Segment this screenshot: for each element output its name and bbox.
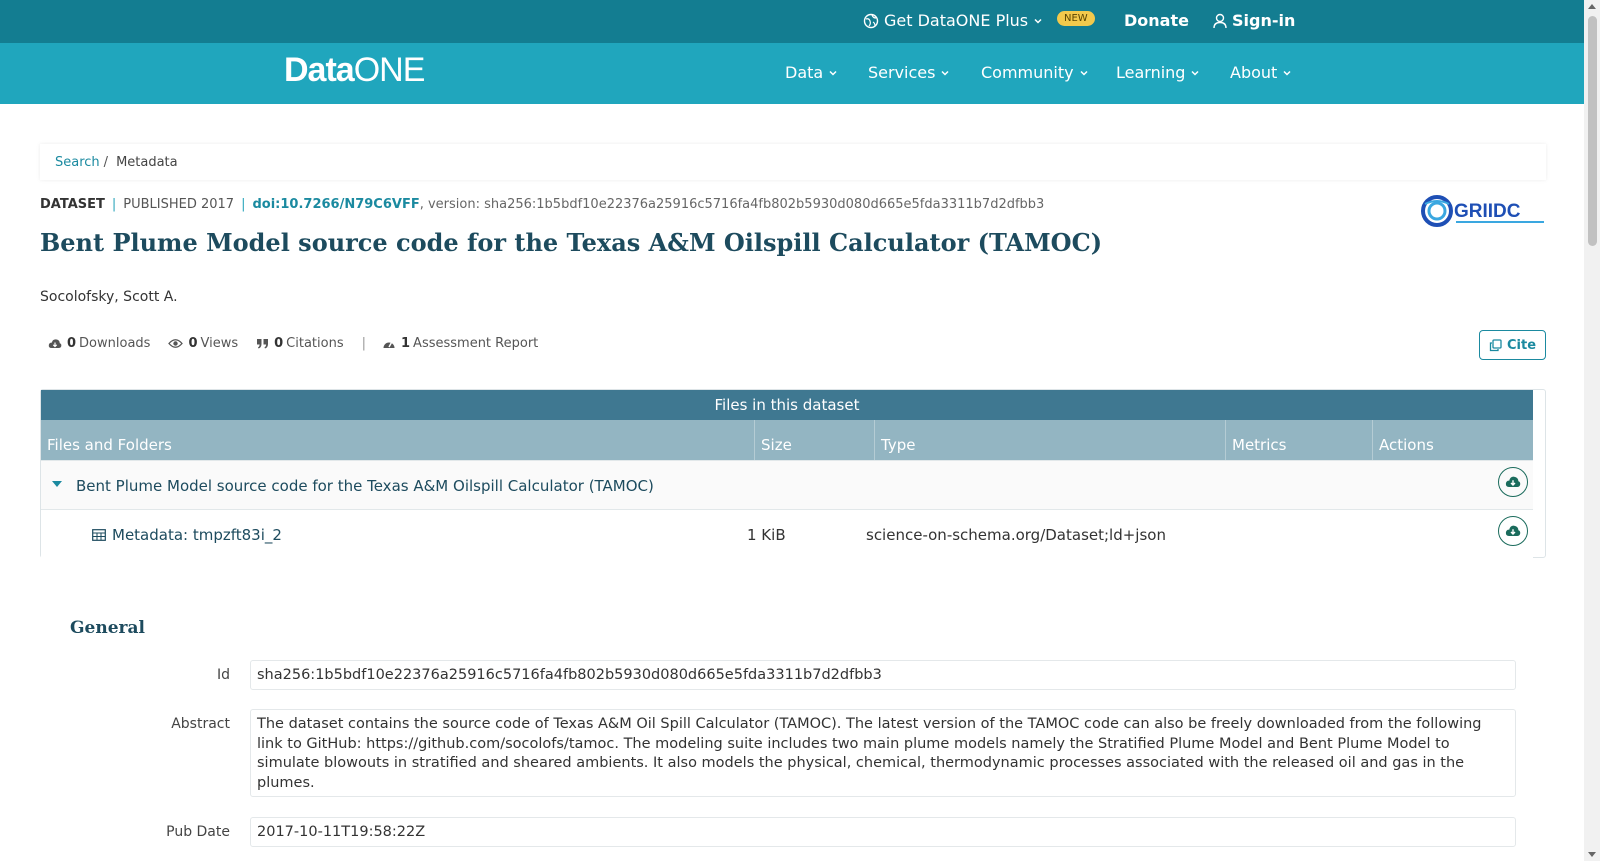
nav-item-learning[interactable]: Learning <box>1116 63 1200 82</box>
abstract-label: Abstract <box>171 716 230 732</box>
file-name-cell[interactable]: Metadata: tmpzft83i_2 <box>92 526 282 544</box>
meta-divider: | <box>111 197 117 212</box>
files-table-header: Files and Folders Size Type Metrics Acti… <box>41 420 1533 460</box>
nav-item-services[interactable]: Services <box>868 63 950 82</box>
griidc-logo-text: GRIIDC <box>1454 201 1521 222</box>
griidc-repository-logo[interactable]: GRIIDC <box>1420 194 1547 228</box>
citations-count: 0 <box>274 336 284 351</box>
main-content: Search / Metadata DATASET | PUBLISHED 20… <box>0 104 1584 861</box>
new-badge: NEW <box>1057 11 1095 26</box>
file-size: 1 KiB <box>747 526 786 544</box>
eye-icon <box>168 339 184 348</box>
column-header-type: Type <box>875 420 1226 460</box>
metrics-bar: 0 Downloads 0 Views 0 Citations | 1 Asse… <box>48 336 556 351</box>
views-label: Views <box>200 336 239 351</box>
cite-button[interactable]: Cite <box>1479 330 1546 360</box>
scroll-down-arrow-icon[interactable] <box>1588 852 1596 857</box>
nav-item-label: Data <box>785 63 824 82</box>
dataset-title: Bent Plume Model source code for the Tex… <box>40 228 1103 257</box>
citations-metric[interactable]: 0 Citations <box>256 336 344 351</box>
cite-label: Cite <box>1506 337 1537 353</box>
assessment-report-metric[interactable]: 1 Assessment Report <box>382 336 538 351</box>
main-navbar: DataONE Data Services Community Learning… <box>0 43 1584 104</box>
downloads-metric[interactable]: 0 Downloads <box>48 336 150 351</box>
file-name: Metadata: tmpzft83i_2 <box>112 526 282 544</box>
get-dataone-plus-label: Get DataONE Plus <box>884 11 1029 30</box>
column-header-metrics: Metrics <box>1226 420 1373 460</box>
sign-in-link[interactable]: Sign-in <box>1213 11 1295 30</box>
nav-item-label: About <box>1230 63 1278 82</box>
meta-divider: | <box>241 197 246 212</box>
download-file-button[interactable] <box>1498 516 1528 546</box>
gauge-icon <box>383 341 395 348</box>
chevron-down-icon <box>941 70 949 76</box>
breadcrumb-search-link[interactable]: Search <box>55 155 100 170</box>
column-header-size: Size <box>755 420 875 460</box>
id-value: sha256:1b5bdf10e22376a25916c5716fa4fb802… <box>250 660 1516 690</box>
nav-item-label: Services <box>868 63 936 82</box>
breadcrumb-current: Metadata <box>116 154 178 170</box>
user-icon <box>1213 13 1227 28</box>
downloads-label: Downloads <box>79 336 151 351</box>
logo-data-text: Data <box>284 51 355 89</box>
pub-date-label: Pub Date <box>166 824 230 840</box>
chevron-down-icon <box>829 70 837 76</box>
general-section-heading: General <box>70 618 145 638</box>
logo-one-text: ONE <box>353 51 426 89</box>
caret-down-icon[interactable] <box>52 481 62 487</box>
pub-date-value: 2017-10-11T19:58:22Z <box>250 817 1516 847</box>
assessment-label: Assessment Report <box>413 336 539 351</box>
id-label: Id <box>216 667 230 683</box>
file-type: science-on-schema.org/Dataset;ld+json <box>866 526 1166 544</box>
table-row: Metadata: tmpzft83i_2 1 KiB science-on-s… <box>41 509 1533 558</box>
table-row-package: Bent Plume Model source code for the Tex… <box>41 460 1533 509</box>
version-text: , version: sha256:1b5bdf10e22376a25916c5… <box>419 197 1045 212</box>
doi-link[interactable]: doi:10.7266/N79C6VFF <box>252 197 419 212</box>
abstract-value: The dataset contains the source code of … <box>250 709 1516 797</box>
dataset-author[interactable]: Socolofsky, Scott A. <box>40 289 178 305</box>
breadcrumb: Search / Metadata <box>40 144 1546 180</box>
package-title[interactable]: Bent Plume Model source code for the Tex… <box>76 477 654 495</box>
column-header-files: Files and Folders <box>41 420 755 460</box>
published-label: PUBLISHED 2017 <box>123 197 235 212</box>
cloud-download-icon <box>1505 476 1521 487</box>
metrics-divider: | <box>361 336 366 351</box>
nav-item-data[interactable]: Data <box>785 63 838 82</box>
copy-icon <box>1489 338 1502 351</box>
views-metric[interactable]: 0 Views <box>168 336 238 351</box>
chevron-down-icon <box>1191 70 1199 76</box>
files-table: Files in this dataset Files and Folders … <box>40 389 1546 558</box>
globe-icon <box>863 13 879 28</box>
assessment-count: 1 <box>401 336 411 351</box>
scroll-up-arrow-icon[interactable] <box>1588 4 1596 9</box>
dataset-meta-line: DATASET | PUBLISHED 2017 | doi:10.7266/N… <box>40 197 1044 212</box>
citations-label: Citations <box>286 336 344 351</box>
donate-link[interactable]: Donate <box>1124 11 1189 30</box>
chevron-down-icon <box>1283 70 1291 76</box>
nav-item-label: Learning <box>1116 63 1186 82</box>
dataone-logo[interactable]: DataONE <box>284 51 426 90</box>
sign-in-label: Sign-in <box>1232 11 1296 30</box>
files-table-caption: Files in this dataset <box>41 390 1533 420</box>
quote-icon <box>257 339 269 349</box>
downloads-count: 0 <box>67 336 77 351</box>
chevron-down-icon <box>1034 18 1042 24</box>
cloud-download-icon <box>48 338 62 348</box>
chevron-down-icon <box>1080 70 1088 76</box>
top-utility-bar: Get DataONE Plus NEW Donate Sign-in <box>0 0 1584 43</box>
get-dataone-plus-menu[interactable]: Get DataONE Plus <box>863 11 1043 30</box>
nav-item-about[interactable]: About <box>1230 63 1292 82</box>
scrollbar-thumb[interactable] <box>1588 16 1597 246</box>
breadcrumb-separator: / <box>103 154 109 170</box>
nav-item-community[interactable]: Community <box>981 63 1089 82</box>
nav-item-label: Community <box>981 63 1074 82</box>
table-icon <box>92 529 106 541</box>
views-count: 0 <box>188 336 198 351</box>
cloud-download-icon <box>1505 525 1521 536</box>
download-package-button[interactable] <box>1498 467 1528 497</box>
dataset-type-label: DATASET <box>40 197 105 212</box>
page-scrollbar[interactable] <box>1584 0 1600 861</box>
column-header-actions: Actions <box>1379 436 1434 454</box>
